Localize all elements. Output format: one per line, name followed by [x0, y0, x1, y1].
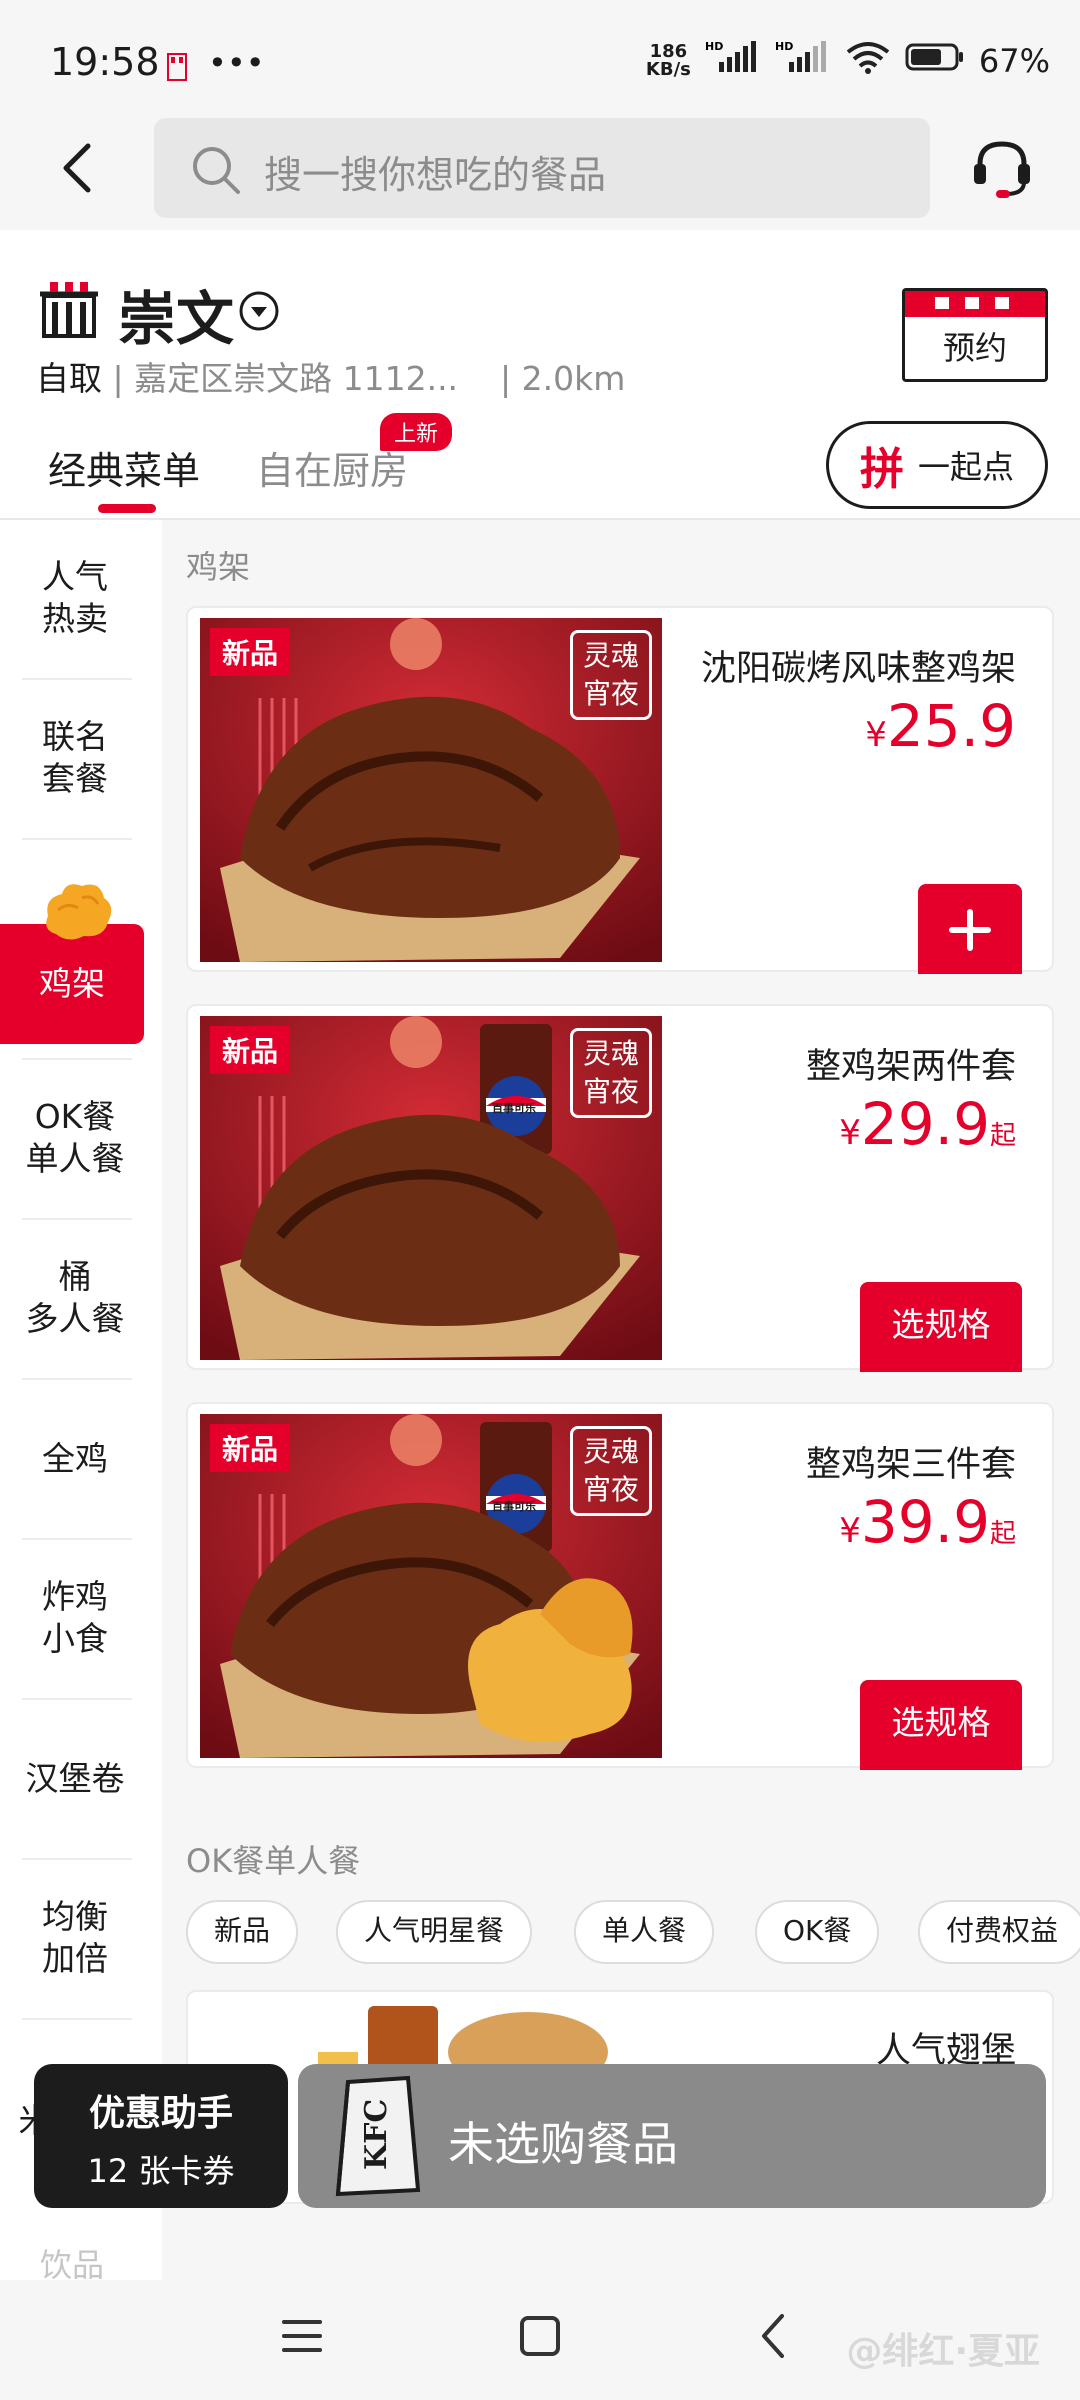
discount-helper-title: 优惠助手	[88, 2093, 233, 2134]
choose-spec-button[interactable]: 选规格	[860, 1282, 1022, 1372]
sidebar-item-whole-chicken[interactable]: 全鸡	[0, 1438, 150, 1480]
product-name: 整鸡架三件套	[805, 1445, 1016, 1485]
tab-classic-menu[interactable]: 经典菜单	[48, 440, 200, 495]
sidebar-divider	[22, 838, 132, 840]
plus-icon	[949, 909, 991, 951]
svg-text:HD: HD	[775, 40, 793, 53]
svg-text:HD: HD	[705, 40, 723, 53]
product-price: ¥39.9起	[839, 1488, 1016, 1556]
category-sidebar: 人气热卖 联名套餐 OK餐单人餐 桶多人餐 全鸡 炸鸡小食 汉堡卷 均衡加倍 米	[0, 520, 162, 2280]
section-title-chicken-rack: 鸡架	[186, 548, 251, 586]
filter-chip-paid-benefits[interactable]: 付费权益	[918, 1900, 1080, 1964]
sidebar-divider	[22, 1858, 132, 1860]
sidebar-item-balanced[interactable]: 均衡 加倍	[0, 1896, 150, 1980]
sidebar-item-cobrand[interactable]: 联名 套餐	[0, 716, 150, 800]
sidebar-divider	[22, 1218, 132, 1220]
order-mode: 自取	[36, 359, 102, 398]
filter-chip-single[interactable]: 单人餐	[574, 1900, 715, 1964]
product-card[interactable]: 新品 灵魂 宵夜 沈阳碳烤风味整鸡架 ¥25.9	[186, 606, 1054, 974]
wifi-icon	[845, 40, 891, 82]
watermark: @绯红·夏亚	[846, 2331, 1040, 2372]
reserve-button[interactable]: 预约	[902, 288, 1048, 382]
reserve-label: 预约	[942, 329, 1007, 367]
cart-bar[interactable]: KFC 未选购餐品	[298, 2064, 1046, 2208]
product-image: 百事可乐 新品 灵魂 宵夜	[200, 1414, 662, 1758]
store-dropdown-icon[interactable]	[238, 290, 280, 336]
filter-chip-okmeal[interactable]: OK餐	[755, 1900, 880, 1964]
sidebar-divider	[22, 1058, 132, 1060]
product-price: ¥25.9	[865, 692, 1016, 760]
filter-chip-popular-star[interactable]: 人气明星餐	[336, 1900, 533, 1964]
late-night-stamp: 灵魂 宵夜	[570, 1426, 652, 1516]
battery-icon	[905, 42, 965, 80]
signal-icon-2: HD	[775, 40, 831, 82]
kfc-notification-icon	[166, 52, 188, 86]
kfc-bag-icon: KFC	[328, 2070, 421, 2200]
sidebar-divider	[22, 678, 132, 680]
sidebar-divider	[22, 1538, 132, 1540]
group-order-icon: 拼	[859, 444, 904, 495]
search-input[interactable]: 搜一搜你想吃的餐品	[154, 118, 930, 218]
header-divider	[0, 518, 1080, 520]
sidebar-item-fried-chicken[interactable]: 炸鸡 小食	[0, 1576, 150, 1660]
sidebar-item-okmeal[interactable]: OK餐 单人餐	[0, 1096, 150, 1180]
active-tab-indicator	[98, 504, 156, 513]
net-speed: 186 KB/s	[645, 41, 691, 80]
store-address: 嘉定区崇文路 1112...	[134, 359, 459, 398]
store-name[interactable]: 崇文	[118, 272, 234, 356]
section-title-okmeal: OK餐单人餐	[186, 1842, 361, 1880]
discount-helper-button[interactable]: 优惠助手 12 张卡券	[34, 2064, 288, 2208]
order-together-label: 一起点	[917, 448, 1014, 486]
product-image: 百事可乐 新品 灵魂 宵夜	[200, 1016, 662, 1360]
new-product-tag: 新品	[210, 628, 291, 676]
filter-chip-new[interactable]: 新品	[186, 1900, 299, 1964]
add-to-cart-button[interactable]	[918, 884, 1022, 974]
sidebar-item-burger[interactable]: 汉堡卷	[0, 1758, 150, 1800]
signal-icon-1: HD	[705, 40, 761, 82]
back-nav-icon[interactable]	[758, 2312, 788, 2364]
product-image: 新品 灵魂 宵夜	[200, 618, 662, 962]
product-name: 沈阳碳烤风味整鸡架	[700, 649, 1016, 689]
sidebar-divider	[22, 1378, 132, 1380]
sidebar-divider	[22, 2018, 132, 2020]
back-icon[interactable]	[58, 140, 98, 200]
store-address-line: 自取 | 嘉定区崇文路 1112... | 2.0km	[36, 359, 626, 398]
status-indicators: 186 KB/s HD HD 67%	[646, 40, 1050, 82]
coupon-count: 12 张卡券	[87, 2152, 235, 2190]
product-name: 整鸡架两件套	[805, 1047, 1016, 1087]
store-distance: 2.0km	[521, 359, 626, 398]
store-icon	[38, 278, 100, 344]
sidebar-item-bucket[interactable]: 桶多人餐	[0, 1256, 150, 1340]
order-together-button[interactable]: 拼 一起点	[826, 421, 1048, 509]
customer-service-icon[interactable]	[970, 136, 1034, 204]
search-icon	[190, 144, 242, 200]
search-placeholder: 搜一搜你想吃的餐品	[264, 153, 607, 197]
battery-level: 67%	[978, 42, 1050, 80]
chicken-nugget-icon	[38, 876, 118, 950]
more-notifications-icon: •••	[208, 44, 265, 82]
status-time: 19:58	[50, 40, 160, 84]
home-nav-icon[interactable]	[518, 2314, 562, 2362]
svg-text:KFC: KFC	[359, 2099, 394, 2170]
late-night-stamp: 灵魂 宵夜	[570, 630, 652, 720]
menu-nav-icon[interactable]	[280, 2316, 324, 2360]
calendar-icon	[905, 291, 1045, 317]
new-badge: 上新	[380, 413, 453, 451]
product-price: ¥29.9起	[839, 1090, 1016, 1158]
product-card[interactable]: 百事可乐 新品 灵魂 宵夜 整鸡架两件套 ¥29.9起 选规格	[186, 1004, 1054, 1372]
new-product-tag: 新品	[210, 1424, 291, 1472]
sidebar-divider	[22, 1698, 132, 1700]
product-card[interactable]: 百事可乐 新品 灵魂 宵夜 整鸡架三件套 ¥39.9起 选规格	[186, 1402, 1054, 1770]
sidebar-item-popular[interactable]: 人气 热卖	[0, 556, 150, 640]
new-product-tag: 新品	[210, 1026, 291, 1074]
choose-spec-button[interactable]: 选规格	[860, 1680, 1022, 1770]
drink-label: 百事可乐	[492, 1500, 536, 1513]
drink-label: 百事可乐	[492, 1102, 536, 1115]
late-night-stamp: 灵魂 宵夜	[570, 1028, 652, 1118]
cart-empty-text: 未选购餐品	[448, 2117, 678, 2171]
